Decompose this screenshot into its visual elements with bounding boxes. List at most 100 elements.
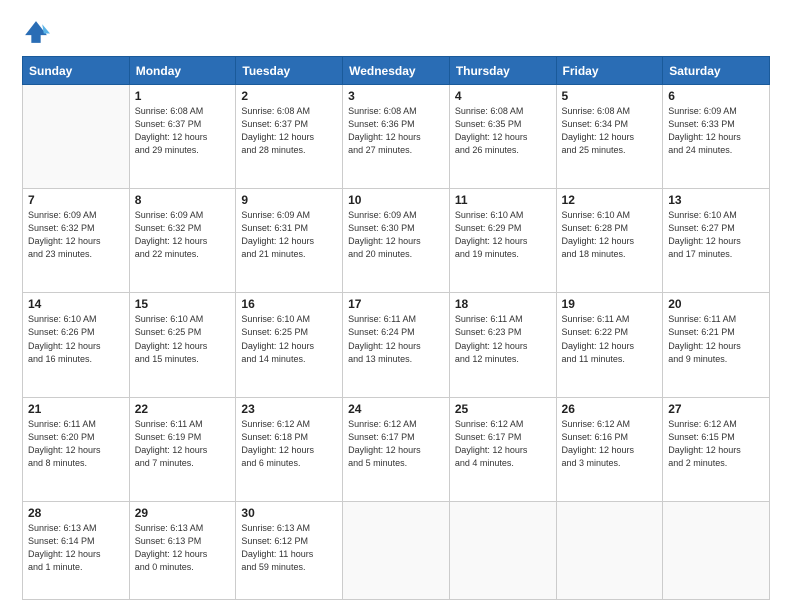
calendar-cell: 3 Sunrise: 6:08 AM Sunset: 6:36 PM Daylig… xyxy=(343,85,450,189)
calendar-cell: 27Sunrise: 6:12 AM Sunset: 6:15 PM Dayli… xyxy=(663,397,770,501)
weekday-header-thursday: Thursday xyxy=(449,57,556,85)
day-info: Sunrise: 6:08 AM Sunset: 6:37 PM Dayligh… xyxy=(241,105,337,157)
day-number: 9 xyxy=(241,193,337,207)
calendar-cell xyxy=(449,501,556,599)
day-number: 28 xyxy=(28,506,124,520)
calendar-cell: 19 Sunrise: 6:11 AM Sunset: 6:22 PM Dayli… xyxy=(556,293,663,397)
day-number: 8 xyxy=(135,193,231,207)
day-number: 13 xyxy=(668,193,764,207)
weekday-header-wednesday: Wednesday xyxy=(343,57,450,85)
day-info: Sunrise: 6:10 AM Sunset: 6:29 PM Dayligh… xyxy=(455,209,551,261)
day-info: Sunrise: 6:11 AM Sunset: 6:23 PM Dayligh… xyxy=(455,313,551,365)
week-row-1: 1 Sunrise: 6:08 AM Sunset: 6:37 PM Daylig… xyxy=(23,85,770,189)
calendar-cell: 15 Sunrise: 6:10 AM Sunset: 6:25 PM Dayli… xyxy=(129,293,236,397)
day-number: 15 xyxy=(135,297,231,311)
week-row-2: 7 Sunrise: 6:09 AM Sunset: 6:32 PM Daylig… xyxy=(23,189,770,293)
day-info: Sunrise: 6:11 AM Sunset: 6:22 PM Dayligh… xyxy=(562,313,658,365)
weekday-header-tuesday: Tuesday xyxy=(236,57,343,85)
day-number: 23 xyxy=(241,402,337,416)
day-info: Sunrise: 6:11 AM Sunset: 6:21 PM Dayligh… xyxy=(668,313,764,365)
calendar-cell: 16 Sunrise: 6:10 AM Sunset: 6:25 PM Dayli… xyxy=(236,293,343,397)
day-number: 16 xyxy=(241,297,337,311)
day-info: Sunrise: 6:12 AM Sunset: 6:17 PM Dayligh… xyxy=(455,418,551,470)
day-info: Sunrise: 6:10 AM Sunset: 6:26 PM Dayligh… xyxy=(28,313,124,365)
day-info: Sunrise: 6:10 AM Sunset: 6:25 PM Dayligh… xyxy=(241,313,337,365)
day-number: 14 xyxy=(28,297,124,311)
calendar-cell: 22 Sunrise: 6:11 AM Sunset: 6:19 PM Dayli… xyxy=(129,397,236,501)
day-number: 10 xyxy=(348,193,444,207)
calendar-cell: 4Sunrise: 6:08 AM Sunset: 6:35 PM Daylig… xyxy=(449,85,556,189)
calendar-cell: 2 Sunrise: 6:08 AM Sunset: 6:37 PM Daylig… xyxy=(236,85,343,189)
day-info: Sunrise: 6:08 AM Sunset: 6:35 PM Dayligh… xyxy=(455,105,551,157)
calendar-cell: 9 Sunrise: 6:09 AM Sunset: 6:31 PM Daylig… xyxy=(236,189,343,293)
day-number: 1 xyxy=(135,89,231,103)
day-number: 19 xyxy=(562,297,658,311)
day-number: 20 xyxy=(668,297,764,311)
day-info: Sunrise: 6:09 AM Sunset: 6:30 PM Dayligh… xyxy=(348,209,444,261)
day-info: Sunrise: 6:11 AM Sunset: 6:19 PM Dayligh… xyxy=(135,418,231,470)
day-info: Sunrise: 6:11 AM Sunset: 6:24 PM Dayligh… xyxy=(348,313,444,365)
calendar-cell xyxy=(23,85,130,189)
day-number: 7 xyxy=(28,193,124,207)
day-info: Sunrise: 6:13 AM Sunset: 6:13 PM Dayligh… xyxy=(135,522,231,574)
weekday-header-friday: Friday xyxy=(556,57,663,85)
day-number: 30 xyxy=(241,506,337,520)
calendar-cell: 20 Sunrise: 6:11 AM Sunset: 6:21 PM Dayli… xyxy=(663,293,770,397)
day-number: 22 xyxy=(135,402,231,416)
day-info: Sunrise: 6:10 AM Sunset: 6:27 PM Dayligh… xyxy=(668,209,764,261)
weekday-header-saturday: Saturday xyxy=(663,57,770,85)
day-number: 3 xyxy=(348,89,444,103)
calendar-cell: 7Sunrise: 6:09 AM Sunset: 6:32 PM Daylig… xyxy=(23,189,130,293)
calendar-cell: 29 Sunrise: 6:13 AM Sunset: 6:13 PM Dayli… xyxy=(129,501,236,599)
day-number: 6 xyxy=(668,89,764,103)
day-info: Sunrise: 6:09 AM Sunset: 6:31 PM Dayligh… xyxy=(241,209,337,261)
calendar-cell: 6 Sunrise: 6:09 AM Sunset: 6:33 PM Daylig… xyxy=(663,85,770,189)
calendar-cell xyxy=(556,501,663,599)
day-info: Sunrise: 6:12 AM Sunset: 6:17 PM Dayligh… xyxy=(348,418,444,470)
calendar-cell: 28 Sunrise: 6:13 AM Sunset: 6:14 PM Dayli… xyxy=(23,501,130,599)
logo-icon xyxy=(22,18,50,46)
calendar-cell: 8 Sunrise: 6:09 AM Sunset: 6:32 PM Daylig… xyxy=(129,189,236,293)
calendar-cell: 24 Sunrise: 6:12 AM Sunset: 6:17 PM Dayli… xyxy=(343,397,450,501)
day-number: 26 xyxy=(562,402,658,416)
calendar-cell: 21 Sunrise: 6:11 AM Sunset: 6:20 PM Dayli… xyxy=(23,397,130,501)
week-row-5: 28 Sunrise: 6:13 AM Sunset: 6:14 PM Dayli… xyxy=(23,501,770,599)
day-number: 21 xyxy=(28,402,124,416)
day-info: Sunrise: 6:13 AM Sunset: 6:14 PM Dayligh… xyxy=(28,522,124,574)
calendar-cell: 18 Sunrise: 6:11 AM Sunset: 6:23 PM Dayli… xyxy=(449,293,556,397)
day-info: Sunrise: 6:08 AM Sunset: 6:34 PM Dayligh… xyxy=(562,105,658,157)
day-info: Sunrise: 6:13 AM Sunset: 6:12 PM Dayligh… xyxy=(241,522,337,574)
day-number: 2 xyxy=(241,89,337,103)
day-number: 24 xyxy=(348,402,444,416)
calendar-cell: 25 Sunrise: 6:12 AM Sunset: 6:17 PM Dayli… xyxy=(449,397,556,501)
calendar-cell: 5Sunrise: 6:08 AM Sunset: 6:34 PM Daylig… xyxy=(556,85,663,189)
day-info: Sunrise: 6:09 AM Sunset: 6:33 PM Dayligh… xyxy=(668,105,764,157)
calendar-cell: 13 Sunrise: 6:10 AM Sunset: 6:27 PM Dayli… xyxy=(663,189,770,293)
calendar-cell: 17 Sunrise: 6:11 AM Sunset: 6:24 PM Dayli… xyxy=(343,293,450,397)
day-number: 18 xyxy=(455,297,551,311)
week-row-4: 21 Sunrise: 6:11 AM Sunset: 6:20 PM Dayli… xyxy=(23,397,770,501)
day-number: 11 xyxy=(455,193,551,207)
weekday-header-sunday: Sunday xyxy=(23,57,130,85)
day-info: Sunrise: 6:08 AM Sunset: 6:36 PM Dayligh… xyxy=(348,105,444,157)
day-info: Sunrise: 6:08 AM Sunset: 6:37 PM Dayligh… xyxy=(135,105,231,157)
calendar-cell: 12Sunrise: 6:10 AM Sunset: 6:28 PM Dayli… xyxy=(556,189,663,293)
day-number: 29 xyxy=(135,506,231,520)
logo xyxy=(22,18,54,46)
day-info: Sunrise: 6:10 AM Sunset: 6:25 PM Dayligh… xyxy=(135,313,231,365)
day-info: Sunrise: 6:12 AM Sunset: 6:16 PM Dayligh… xyxy=(562,418,658,470)
day-info: Sunrise: 6:09 AM Sunset: 6:32 PM Dayligh… xyxy=(135,209,231,261)
calendar-cell: 1 Sunrise: 6:08 AM Sunset: 6:37 PM Daylig… xyxy=(129,85,236,189)
day-number: 27 xyxy=(668,402,764,416)
day-info: Sunrise: 6:11 AM Sunset: 6:20 PM Dayligh… xyxy=(28,418,124,470)
day-number: 17 xyxy=(348,297,444,311)
calendar-table: SundayMondayTuesdayWednesdayThursdayFrid… xyxy=(22,56,770,600)
calendar-cell: 10 Sunrise: 6:09 AM Sunset: 6:30 PM Dayli… xyxy=(343,189,450,293)
weekday-header-row: SundayMondayTuesdayWednesdayThursdayFrid… xyxy=(23,57,770,85)
calendar-cell xyxy=(343,501,450,599)
calendar-cell: 26 Sunrise: 6:12 AM Sunset: 6:16 PM Dayli… xyxy=(556,397,663,501)
calendar-cell: 23Sunrise: 6:12 AM Sunset: 6:18 PM Dayli… xyxy=(236,397,343,501)
calendar-cell: 14 Sunrise: 6:10 AM Sunset: 6:26 PM Dayli… xyxy=(23,293,130,397)
calendar-cell: 11 Sunrise: 6:10 AM Sunset: 6:29 PM Dayli… xyxy=(449,189,556,293)
day-number: 25 xyxy=(455,402,551,416)
